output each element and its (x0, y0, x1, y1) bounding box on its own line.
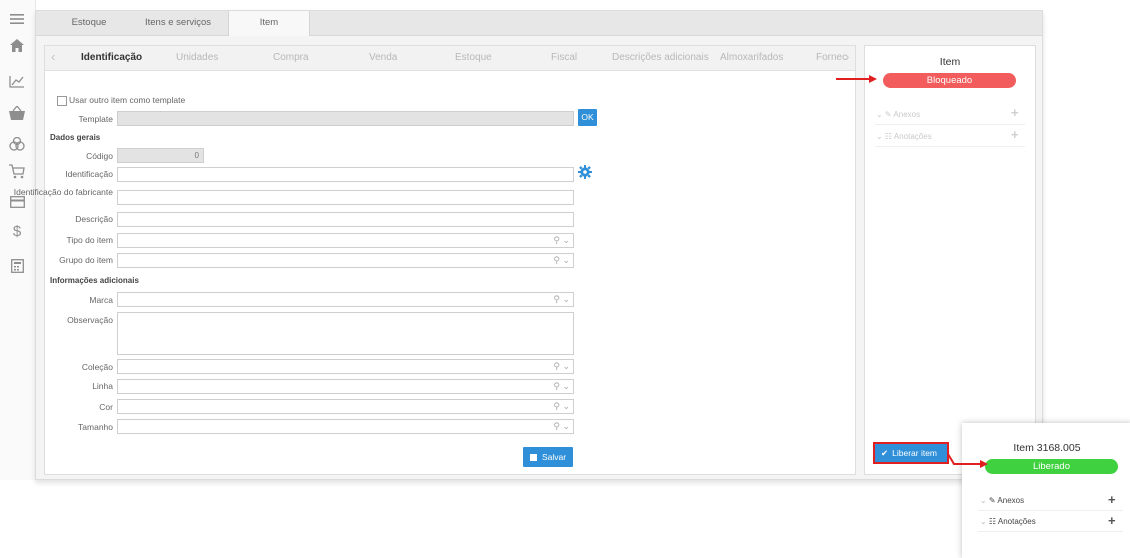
arrow-to-liberado (947, 453, 988, 468)
annotation-arrows (836, 75, 988, 468)
arrow-to-bloqueado (836, 75, 877, 83)
